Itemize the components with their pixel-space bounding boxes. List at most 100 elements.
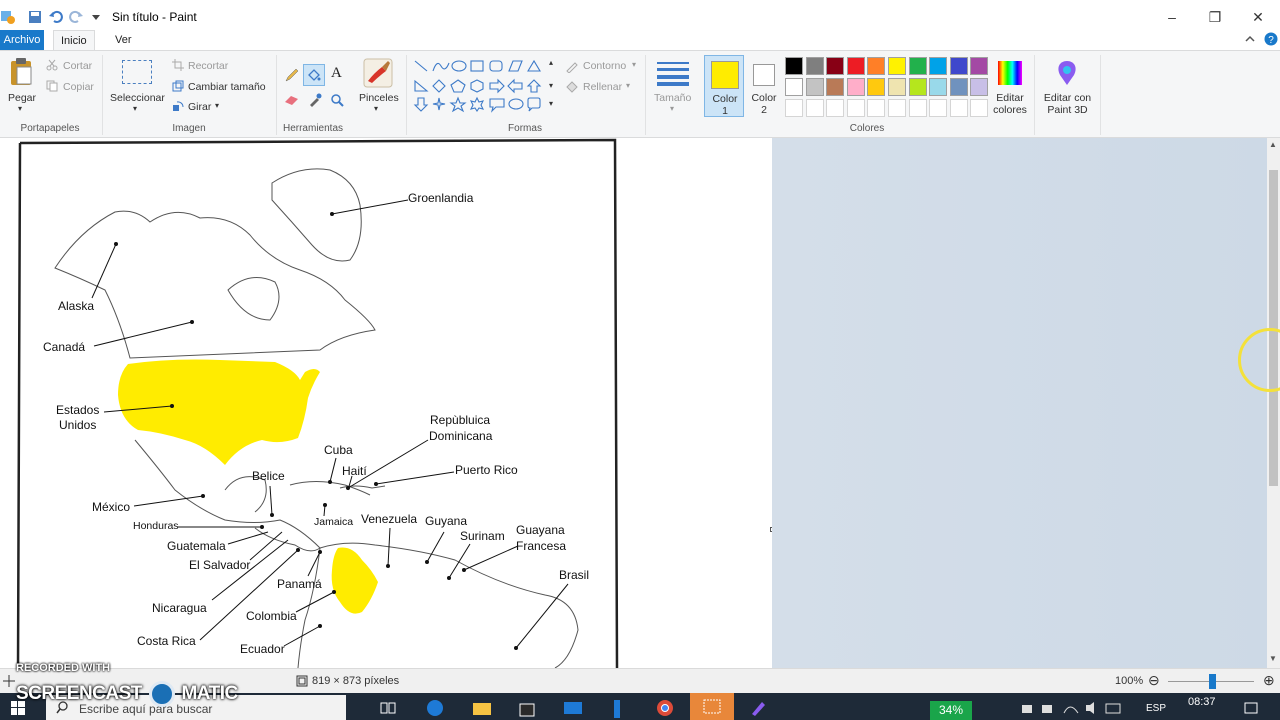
palette-color-swatch[interactable] (826, 78, 845, 96)
brushes-icon[interactable] (362, 57, 394, 89)
color2-selector[interactable]: Color 2 (746, 55, 782, 117)
app-i-icon[interactable] (610, 698, 624, 718)
palette-empty-swatch[interactable] (908, 99, 927, 117)
collapse-ribbon-icon[interactable] (1244, 33, 1256, 45)
notifications-icon[interactable] (1244, 702, 1258, 714)
close-button[interactable]: ✕ (1236, 4, 1280, 30)
brushes-button[interactable]: Pinceles (359, 92, 399, 104)
paste-button[interactable]: Pegar (8, 92, 36, 104)
palette-color-swatch[interactable] (888, 57, 906, 75)
system-tray-icons[interactable] (1020, 701, 1140, 715)
palette-color-swatch[interactable] (805, 78, 824, 96)
outline-dropdown-icon[interactable]: ▾ (632, 60, 636, 69)
tab-ver[interactable]: Ver (108, 30, 139, 50)
paste-dropdown-icon[interactable]: ▾ (18, 104, 22, 113)
fill-dropdown-icon[interactable]: ▾ (626, 81, 630, 90)
chrome-icon[interactable] (656, 699, 674, 717)
text-tool-icon[interactable]: A (331, 65, 342, 82)
palette-color-swatch[interactable] (826, 57, 845, 75)
select-dropdown-icon[interactable]: ▾ (133, 104, 137, 113)
clock-time[interactable]: 08:37 (1188, 696, 1216, 708)
palette-color-swatch[interactable] (970, 78, 989, 96)
magnifier-icon[interactable] (330, 93, 344, 107)
shapes-more-icon[interactable]: ▾ (549, 99, 553, 108)
battery-indicator[interactable]: 34% (930, 701, 972, 720)
color1-selector[interactable]: Color 1 (704, 55, 744, 117)
palette-empty-swatch[interactable] (846, 99, 865, 117)
color-picker-icon[interactable] (308, 93, 322, 107)
crop-button[interactable]: Recortar (188, 60, 228, 72)
fill-button[interactable]: Rellenar (583, 81, 622, 93)
palette-color-swatch[interactable] (846, 78, 865, 96)
tab-archivo[interactable]: Archivo (0, 30, 44, 50)
rotate-dropdown-icon[interactable]: ▾ (215, 101, 219, 110)
line-size-icon[interactable] (657, 60, 689, 86)
paint-taskbar-button[interactable] (690, 693, 734, 720)
rotate-button[interactable]: Girar (188, 101, 211, 113)
outline-button[interactable]: Contorno (583, 60, 626, 72)
store-icon[interactable] (518, 699, 536, 717)
scroll-down-icon[interactable]: ▼ (1269, 654, 1277, 663)
palette-color-swatch[interactable] (867, 78, 886, 96)
palette-empty-swatch[interactable] (970, 99, 989, 117)
resize-button[interactable]: Cambiar tamaño (188, 81, 266, 93)
help-icon[interactable]: ? (1264, 32, 1278, 46)
zoom-slider-thumb[interactable] (1209, 674, 1216, 689)
palette-empty-swatch[interactable] (867, 99, 886, 117)
palette-empty-swatch[interactable] (805, 99, 824, 117)
size-dropdown-icon[interactable]: ▾ (670, 104, 674, 113)
palette-color-swatch[interactable] (805, 57, 824, 75)
scroll-up-icon[interactable]: ▲ (1269, 140, 1277, 149)
palette-color-swatch[interactable] (908, 78, 927, 96)
file-explorer-icon[interactable] (472, 700, 492, 716)
palette-empty-swatch[interactable] (826, 99, 845, 117)
shapes-scroll-down-icon[interactable]: ▾ (549, 81, 553, 90)
quick-access-dropdown-icon[interactable] (88, 9, 104, 25)
redo-icon[interactable] (68, 9, 84, 25)
shapes-scroll-up-icon[interactable]: ▴ (549, 58, 553, 67)
undo-icon[interactable] (48, 9, 64, 25)
drawing-canvas[interactable]: Groenlandia Alaska Canadá Estados Unidos… (0, 138, 772, 668)
edit-paint3d-button[interactable]: Editar con Paint 3D (1040, 92, 1095, 116)
palette-empty-swatch[interactable] (888, 99, 906, 117)
palette-color-swatch[interactable] (785, 57, 803, 75)
copy-button[interactable]: Copiar (63, 81, 94, 93)
size-button[interactable]: Tamaño (654, 92, 691, 104)
edit-colors-button[interactable]: Editar colores (990, 92, 1030, 116)
shapes-gallery[interactable] (412, 58, 548, 116)
select-button[interactable]: Seleccionar (110, 92, 165, 104)
palette-color-swatch[interactable] (929, 78, 948, 96)
eraser-icon[interactable] (284, 93, 300, 107)
vertical-scrollbar[interactable]: ▲ ▼ (1267, 138, 1280, 668)
edge-browser-icon[interactable] (426, 699, 444, 717)
zoom-out-button[interactable]: ⊖ (1148, 672, 1160, 689)
tab-inicio[interactable]: Inicio (53, 30, 95, 50)
palette-empty-swatch[interactable] (929, 99, 948, 117)
paint3d-taskbar-icon[interactable] (748, 698, 768, 718)
fill-tool-selected[interactable] (303, 64, 325, 86)
palette-empty-swatch[interactable] (785, 99, 803, 117)
select-icon[interactable] (122, 60, 152, 84)
language-indicator[interactable]: ESP (1146, 703, 1166, 714)
palette-color-swatch[interactable] (908, 57, 927, 75)
palette-color-swatch[interactable] (970, 57, 989, 75)
pencil-icon[interactable] (284, 67, 300, 83)
palette-color-swatch[interactable] (785, 78, 803, 96)
palette-color-swatch[interactable] (867, 57, 886, 75)
palette-color-swatch[interactable] (846, 57, 865, 75)
palette-color-swatch[interactable] (888, 78, 906, 96)
restore-button[interactable]: ❐ (1193, 4, 1237, 30)
brushes-dropdown-icon[interactable]: ▾ (374, 104, 378, 113)
zoom-in-button[interactable]: ⊕ (1263, 672, 1275, 689)
palette-empty-swatch[interactable] (949, 99, 968, 117)
minimize-button[interactable]: – (1150, 4, 1194, 30)
palette-color-swatch[interactable] (949, 57, 968, 75)
palette-color-swatch[interactable] (949, 78, 968, 96)
paste-icon[interactable] (9, 57, 35, 87)
palette-color-swatch[interactable] (929, 57, 948, 75)
canvas-resize-handle[interactable] (770, 527, 772, 532)
cut-button[interactable]: Cortar (63, 60, 92, 72)
mail-icon[interactable] (563, 700, 583, 716)
save-icon[interactable] (27, 9, 43, 25)
task-view-icon[interactable] (380, 701, 396, 715)
